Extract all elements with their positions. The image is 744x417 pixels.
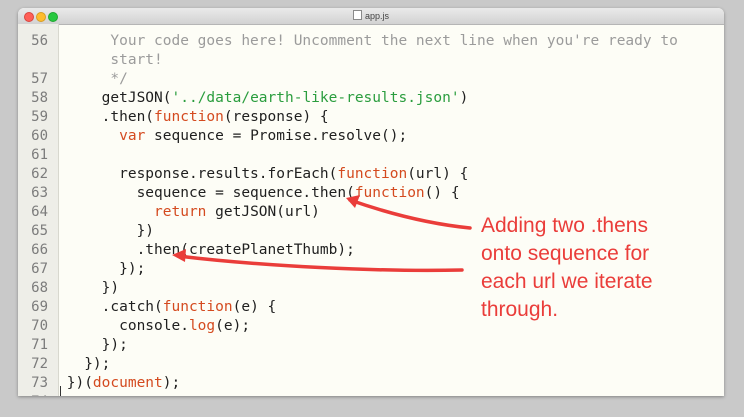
arrow-to-then xyxy=(176,254,464,273)
annotation-text: Adding two .thens onto sequence for each… xyxy=(481,212,721,324)
annotation-line: each url we iterate xyxy=(481,270,653,293)
arrow-head-then xyxy=(172,249,186,262)
annotation-line: onto sequence for xyxy=(481,242,650,265)
annotation-line: through. xyxy=(481,298,559,321)
annotation-line: Adding two .thens xyxy=(481,214,648,237)
annotation-arrows xyxy=(172,195,472,273)
arrow-to-getjson xyxy=(348,198,472,230)
